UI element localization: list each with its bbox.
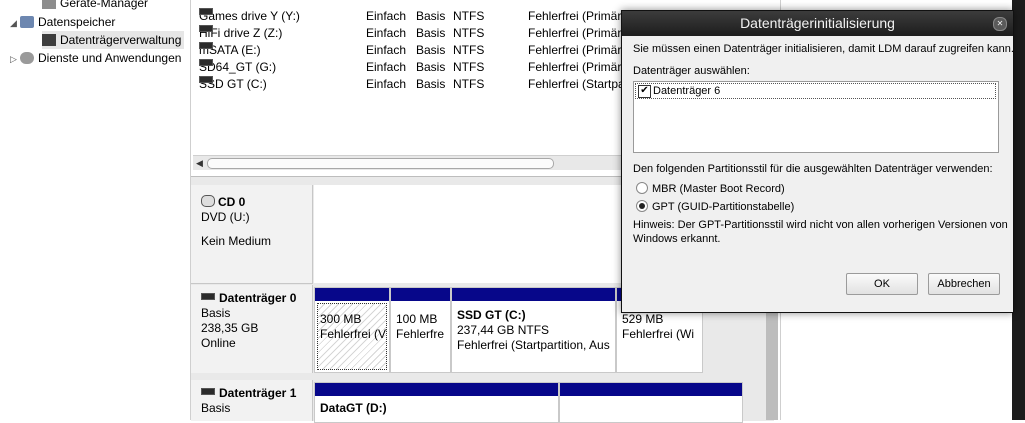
console-tree: Geräte-Manager ◢ Datenspeicher Datenträge… [0,0,191,420]
volume-drive-icon [199,59,213,66]
volume-layout-cell: Einfach [366,9,407,23]
volume-type-cell: Basis [416,26,446,40]
volume-row[interactable]: Games drive Y (Y:) Einfach Basis NTFS Fehler… [191,8,628,25]
volume-layout-cell: Einfach [366,77,407,91]
volume-status-cell: Fehlerfrei (Primäre [528,43,629,57]
volume-drive-icon [199,42,213,49]
volume-layout-cell: Einfach [366,26,407,40]
disk-list-item[interactable]: ✔ Datenträger 6 [635,83,996,99]
close-icon[interactable]: ✕ [993,17,1007,31]
volume-name-cell: mSATA (E:) [199,42,261,57]
disk-icon [201,388,215,395]
select-disk-label: Datenträger auswählen: [633,65,750,77]
cancel-button[interactable]: Abbrechen [928,273,1000,295]
volume-name-cell: HiFi drive Z (Z:) [199,25,283,40]
volume-name-cell: Games drive Y (Y:) [199,8,300,23]
volume-layout-cell: Einfach [366,60,407,74]
radio-mbr[interactable]: MBR (Master Boot Record) [636,182,785,195]
volume-status-cell: Fehlerfrei (Primäre [528,60,629,74]
initialize-disk-dialog: Datenträgerinitialisierung ✕ Sie müssen … [621,10,1014,313]
volume-type-cell: Basis [416,43,446,57]
volume-drive-icon [199,76,213,83]
volume-name-cell: SD64_GT (G:) [199,59,277,74]
device-manager-icon [42,0,56,9]
tree-item-services[interactable]: ▷ Dienste und Anwendungen [10,49,181,67]
storage-icon [20,16,34,28]
volume-name-cell: SSD GT (C:) [199,76,267,91]
volume-row[interactable]: mSATA (E:) Einfach Basis NTFS Fehlerfrei (Pr… [191,42,628,59]
volume-status-cell: Fehlerfrei (Startpar [528,77,629,91]
partition-msr[interactable]: 100 MB Fehlerfre [390,287,451,373]
hint-line-1: Hinweis: Der GPT-Partitionsstil wird nic… [633,219,1008,231]
volume-row[interactable]: SD64_GT (G:) Einfach Basis NTFS Fehlerfrei (… [191,59,628,76]
dialog-title: Datenträgerinitialisierung [622,11,1013,36]
volume-status-cell: Fehlerfrei (Primäre [528,26,629,40]
tree-item-storage[interactable]: ◢ Datenspeicher [10,13,115,31]
volume-row[interactable]: SSD GT (C:) Einfach Basis NTFS Fehlerfrei (S… [191,76,629,93]
volume-fs-cell: NTFS [453,77,485,91]
partition-style-label: Den folgenden Partitionsstil für die aus… [633,163,993,175]
services-icon [20,52,34,64]
radio-mbr-indicator[interactable] [636,182,648,194]
tree-item-device-manager[interactable]: Geräte-Manager [42,0,148,12]
scrollbar-thumb[interactable] [207,158,554,169]
volume-list: Games drive Y (Y:) Einfach Basis NTFS Fehler… [191,0,629,175]
volume-type-cell: Basis [416,77,446,91]
volume-fs-cell: NTFS [453,43,485,57]
dialog-intro: Sie müssen einen Datenträger initialisie… [633,43,1014,55]
volume-status-cell: Fehlerfrei (Primäre [528,9,629,23]
volume-fs-cell: NTFS [453,9,485,23]
disk-management-icon [42,34,56,46]
cd-drive-icon [201,195,215,207]
volume-fs-cell: NTFS [453,26,485,40]
disk-icon [201,293,215,300]
disk0-label[interactable]: Datenträger 0 Basis 238,35 GB Online [191,285,313,373]
partition-ssd-c[interactable]: SSD GT (C:) 237,44 GB NTFS Fehlerfrei (Sta… [451,287,616,373]
horizontal-scrollbar[interactable]: ◀ [193,155,623,170]
volume-fs-cell: NTFS [453,60,485,74]
disk-checkbox[interactable]: ✔ [638,85,651,98]
volume-layout-cell: Einfach [366,43,407,57]
volume-type-cell: Basis [416,60,446,74]
collapsed-triangle-icon[interactable]: ▷ [10,50,20,68]
cd0-label[interactable]: CD 0 DVD (U:) Kein Medium [191,185,313,284]
partition-disk1-second[interactable] [559,382,743,423]
partition-datagt-d[interactable]: DataGT (D:) [314,382,559,423]
scroll-left-arrow-icon[interactable]: ◀ [196,158,203,169]
volume-drive-icon [199,25,213,32]
radio-gpt[interactable]: GPT (GUID-Partitionstabelle) [636,200,794,213]
radio-gpt-indicator[interactable] [636,200,648,212]
volume-drive-icon [199,8,213,15]
tree-item-disk-management[interactable]: Datenträgerverwaltung [42,31,185,49]
expanded-triangle-icon[interactable]: ◢ [10,14,20,32]
disk-listbox[interactable]: ✔ Datenträger 6 [633,81,999,153]
partition-efi[interactable]: 300 MB Fehlerfrei (V [314,287,390,373]
ok-button[interactable]: OK [846,273,918,295]
hint-line-2: Windows erkannt. [633,233,721,245]
disk1-label[interactable]: Datenträger 1 Basis [191,380,313,421]
volume-type-cell: Basis [416,9,446,23]
volume-row[interactable]: HiFi drive Z (Z:) Einfach Basis NTFS Fehlerf… [191,25,628,42]
